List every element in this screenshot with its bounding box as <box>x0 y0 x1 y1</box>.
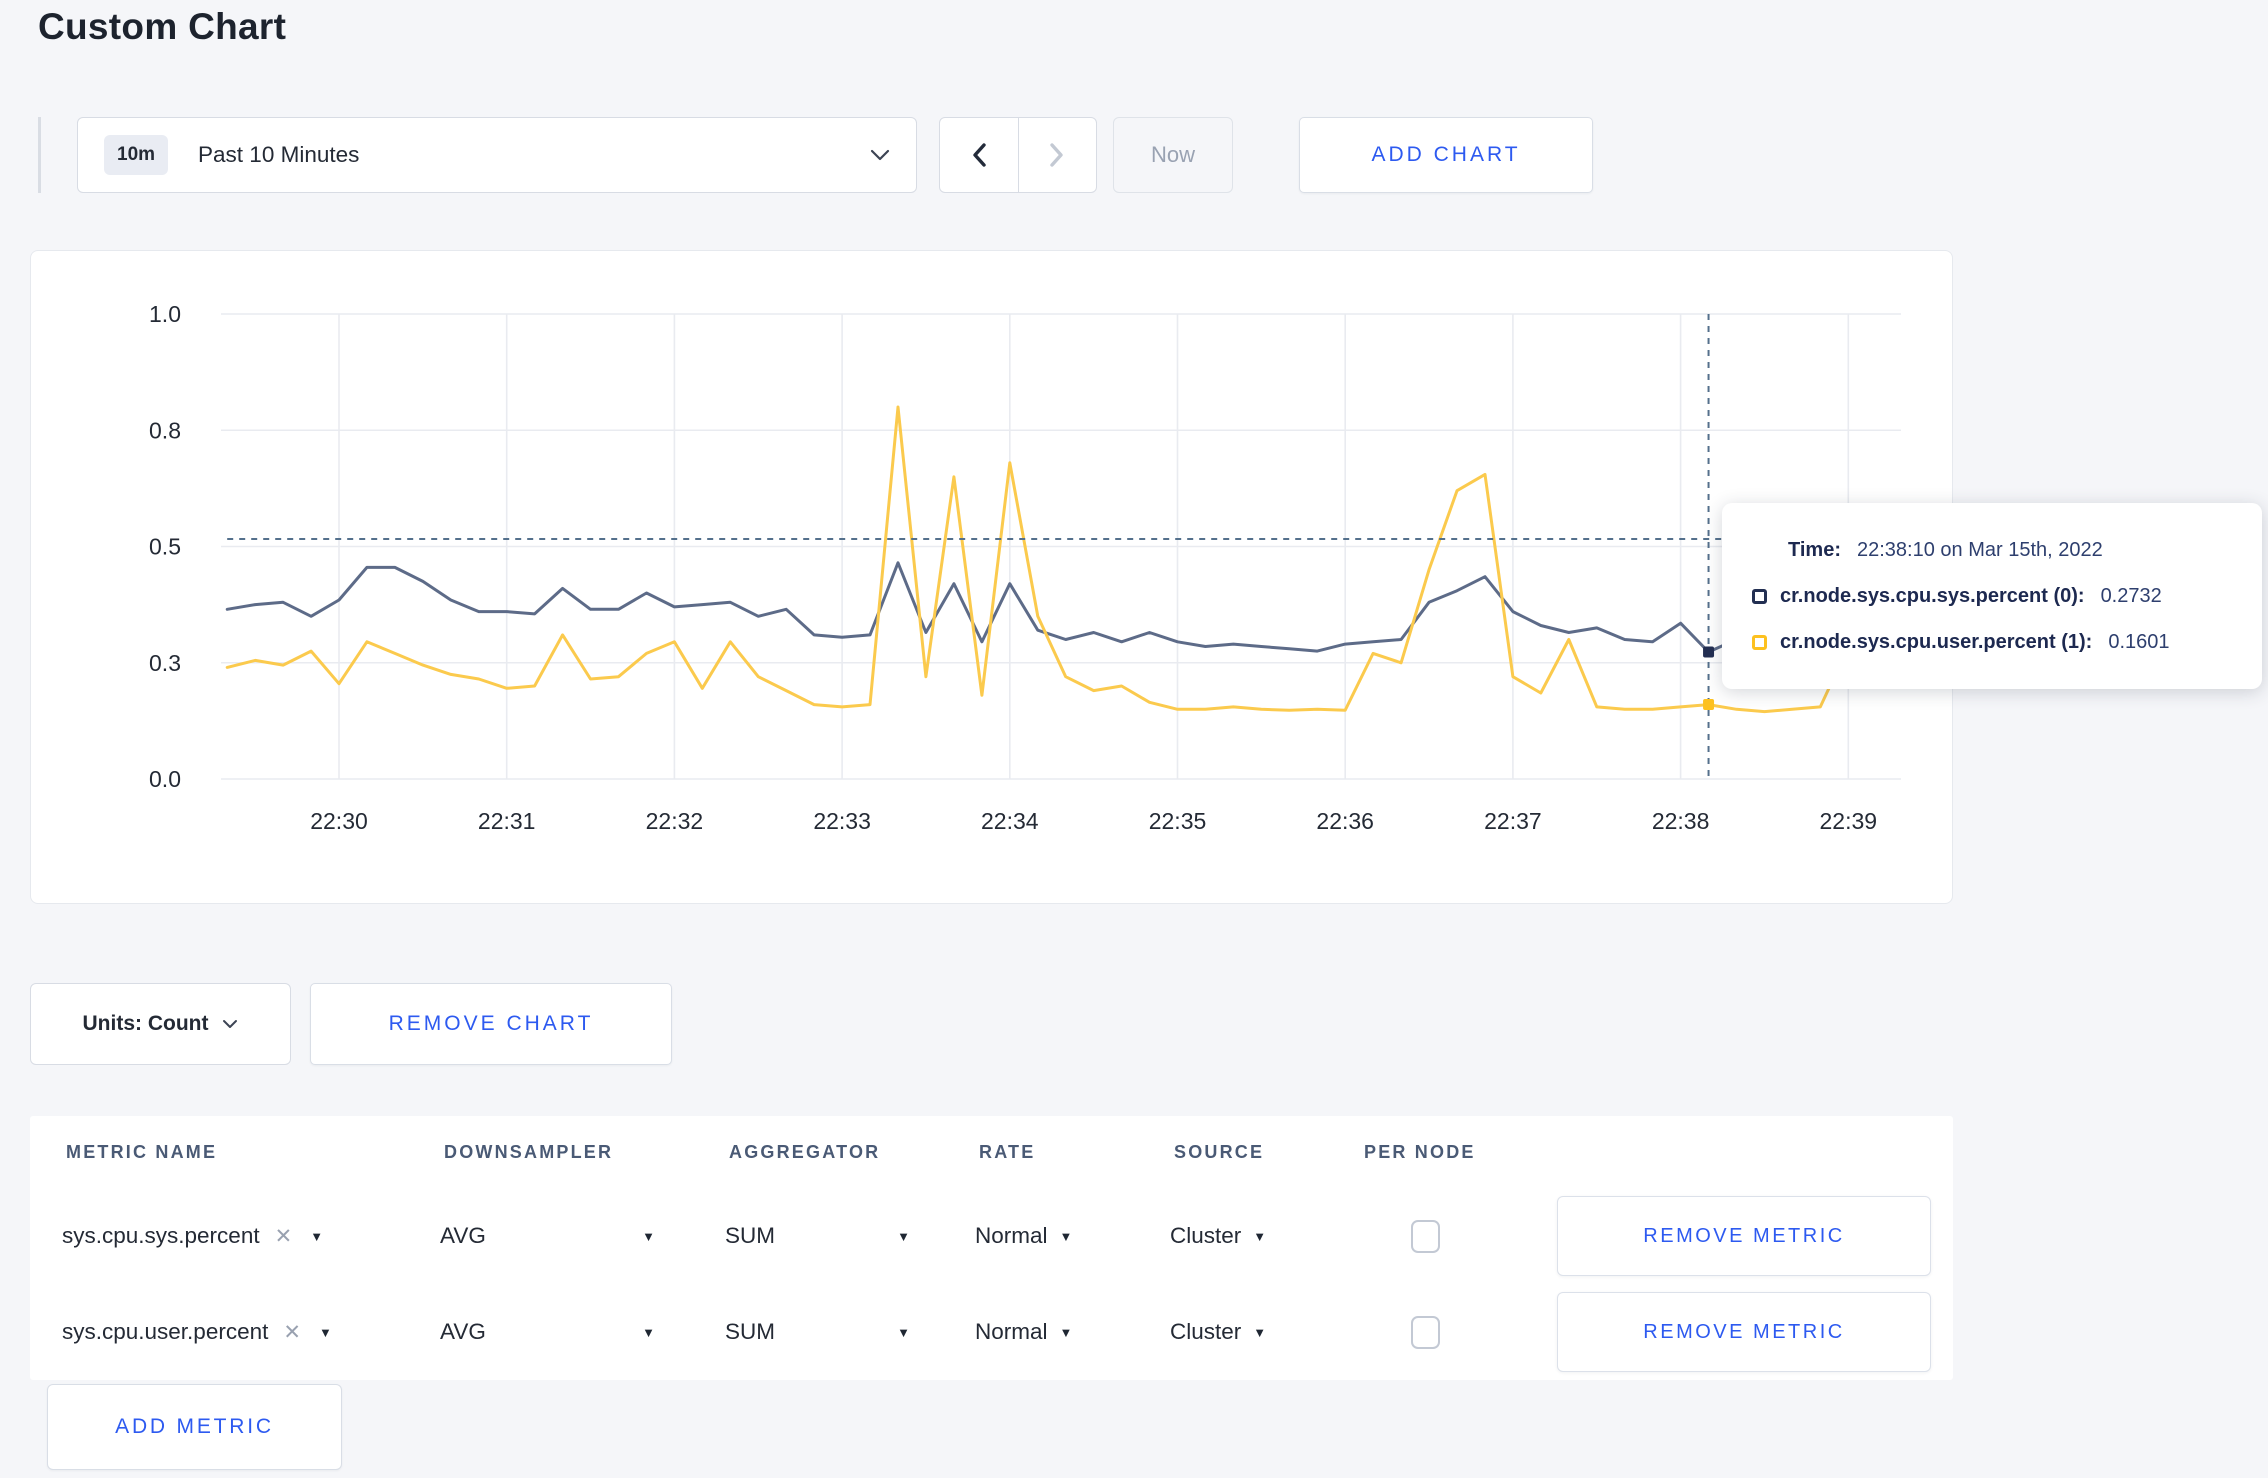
time-window-label: Past 10 Minutes <box>198 142 360 167</box>
svg-text:1.0: 1.0 <box>149 301 181 327</box>
time-window-select[interactable]: 10m Past 10 Minutes <box>77 117 917 193</box>
caret-down-icon: ▼ <box>318 1324 332 1340</box>
source-value: Cluster <box>1170 1223 1242 1248</box>
downsampler-select[interactable]: AVG ▼ <box>440 1223 655 1249</box>
col-header-rate: RATE <box>979 1141 1036 1162</box>
downsampler-select[interactable]: AVG ▼ <box>440 1319 655 1345</box>
chevron-right-icon <box>1050 143 1063 167</box>
tooltip-series-name: cr.node.sys.cpu.user.percent (1): <box>1780 630 2093 653</box>
rate-select[interactable]: Normal ▼ <box>975 1223 1072 1249</box>
series-user-swatch-icon <box>1752 634 1767 650</box>
caret-down-icon: ▼ <box>1059 1228 1073 1244</box>
time-window-badge: 10m <box>104 135 169 175</box>
time-controls: 10m Past 10 Minutes Now ADD CHART <box>38 117 1593 193</box>
downsampler-value: AVG <box>440 1223 486 1248</box>
caret-down-icon: ▼ <box>642 1228 655 1244</box>
per-node-checkbox[interactable] <box>1411 1315 1440 1349</box>
metric-name-select[interactable]: sys.cpu.sys.percent ✕ ▼ <box>30 1223 408 1249</box>
timeseries-chart[interactable]: 0.0 0.3 0.5 0.8 1.0 22:30 22:31 22:32 22:33 22:34… <box>31 251 1954 905</box>
custom-chart-page: Custom Chart 10m Past 10 Minutes Now ADD… <box>0 0 2268 1478</box>
source-value: Cluster <box>1170 1319 1242 1344</box>
svg-text:0.3: 0.3 <box>149 650 181 676</box>
col-header-per-node: PER NODE <box>1364 1141 1476 1162</box>
source-select[interactable]: Cluster ▼ <box>1170 1319 1266 1345</box>
svg-text:0.5: 0.5 <box>149 534 181 560</box>
tooltip-series-row: cr.node.sys.cpu.user.percent (1): 0.1601 <box>1752 631 2232 654</box>
units-select[interactable]: Units: Count <box>30 983 291 1065</box>
svg-text:22:35: 22:35 <box>1149 808 1207 834</box>
tooltip-series-name: cr.node.sys.cpu.sys.percent (0): <box>1780 584 2085 607</box>
col-header-source: SOURCE <box>1174 1141 1265 1162</box>
caret-down-icon: ▼ <box>1253 1228 1267 1244</box>
units-label: Units: Count <box>82 1012 209 1035</box>
chevron-down-icon <box>870 149 890 161</box>
svg-text:22:31: 22:31 <box>478 808 536 834</box>
tooltip-time-value: 22:38:10 on Mar 15th, 2022 <box>1856 538 2103 561</box>
svg-text:22:36: 22:36 <box>1316 808 1374 834</box>
metric-name-select[interactable]: sys.cpu.user.percent ✕ ▼ <box>30 1319 408 1345</box>
downsampler-value: AVG <box>440 1319 486 1344</box>
table-row: sys.cpu.user.percent ✕ ▼ AVG ▼ SUM ▼ Nor… <box>30 1284 1953 1380</box>
svg-text:22:38: 22:38 <box>1652 808 1710 834</box>
source-select[interactable]: Cluster ▼ <box>1170 1223 1266 1249</box>
svg-text:0.0: 0.0 <box>149 766 181 792</box>
metrics-table: METRIC NAME DOWNSAMPLER AGGREGATOR RATE … <box>30 1116 1953 1380</box>
table-row: sys.cpu.sys.percent ✕ ▼ AVG ▼ SUM ▼ Norm… <box>30 1188 1953 1284</box>
prev-time-button[interactable] <box>940 118 1018 192</box>
svg-text:22:37: 22:37 <box>1484 808 1542 834</box>
per-node-checkbox[interactable] <box>1411 1219 1440 1253</box>
tooltip-time-row: Time: 22:38:10 on Mar 15th, 2022 <box>1752 539 2232 562</box>
metrics-table-header: METRIC NAME DOWNSAMPLER AGGREGATOR RATE … <box>30 1116 1953 1188</box>
add-metric-button[interactable]: ADD METRIC <box>47 1384 342 1470</box>
caret-down-icon: ▼ <box>642 1324 655 1340</box>
series-sys-swatch-icon <box>1752 588 1767 604</box>
add-chart-button[interactable]: ADD CHART <box>1299 117 1593 193</box>
remove-metric-button[interactable]: REMOVE METRIC <box>1557 1292 1931 1372</box>
metric-name-value: sys.cpu.sys.percent <box>62 1223 260 1248</box>
svg-text:0.8: 0.8 <box>149 417 181 443</box>
svg-text:22:39: 22:39 <box>1820 808 1878 834</box>
metric-name-value: sys.cpu.user.percent <box>62 1319 269 1344</box>
remove-metric-button[interactable]: REMOVE METRIC <box>1557 1196 1931 1276</box>
rate-select[interactable]: Normal ▼ <box>975 1319 1072 1345</box>
col-header-metric-name: METRIC NAME <box>66 1141 218 1162</box>
caret-down-icon: ▼ <box>310 1228 324 1244</box>
next-time-button[interactable] <box>1017 118 1097 192</box>
remove-chart-button[interactable]: REMOVE CHART <box>310 983 672 1065</box>
col-header-aggregator: AGGREGATOR <box>729 1141 881 1162</box>
svg-text:22:33: 22:33 <box>813 808 871 834</box>
svg-text:22:34: 22:34 <box>981 808 1039 834</box>
tooltip-series-value: 0.2732 <box>2100 584 2162 607</box>
svg-text:22:32: 22:32 <box>646 808 704 834</box>
rate-value: Normal <box>975 1319 1048 1344</box>
caret-down-icon: ▼ <box>1059 1324 1073 1340</box>
chart-tooltip: Time: 22:38:10 on Mar 15th, 2022 cr.node… <box>1722 503 2262 689</box>
rate-value: Normal <box>975 1223 1048 1248</box>
aggregator-value: SUM <box>725 1223 775 1248</box>
remove-tag-icon[interactable]: ✕ <box>275 1224 293 1249</box>
tooltip-series-row: cr.node.sys.cpu.sys.percent (0): 0.2732 <box>1752 585 2232 608</box>
caret-down-icon: ▼ <box>1253 1324 1267 1340</box>
divider <box>38 117 41 193</box>
caret-down-icon: ▼ <box>897 1228 910 1244</box>
chevron-left-icon <box>973 143 986 167</box>
chevron-down-icon <box>223 1020 238 1028</box>
svg-text:22:30: 22:30 <box>310 808 368 834</box>
col-header-downsampler: DOWNSAMPLER <box>444 1141 614 1162</box>
page-title: Custom Chart <box>38 6 287 47</box>
aggregator-select[interactable]: SUM ▼ <box>725 1223 910 1249</box>
tooltip-time-label: Time: <box>1788 538 1841 561</box>
remove-tag-icon[interactable]: ✕ <box>283 1320 301 1345</box>
time-pager <box>939 117 1097 193</box>
aggregator-value: SUM <box>725 1319 775 1344</box>
tooltip-series-value: 0.1601 <box>2108 630 2170 653</box>
aggregator-select[interactable]: SUM ▼ <box>725 1319 910 1345</box>
chart-card: 0.0 0.3 0.5 0.8 1.0 22:30 22:31 22:32 22:33 22:34… <box>30 250 1953 904</box>
caret-down-icon: ▼ <box>897 1324 910 1340</box>
now-button[interactable]: Now <box>1113 117 1233 193</box>
